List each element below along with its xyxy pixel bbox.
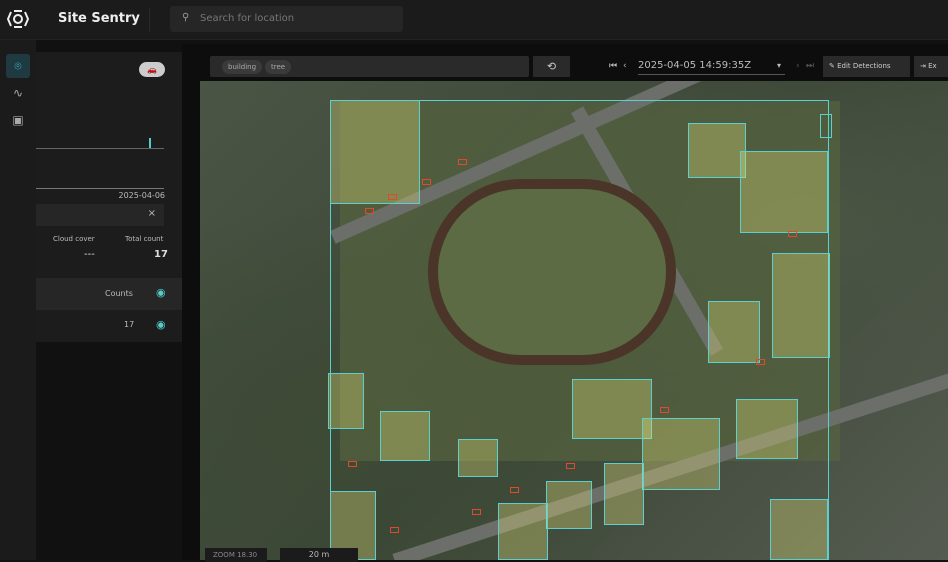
export-label: Ex: [928, 62, 937, 70]
detections-panel: 🚗 2025-04-06 × Cloud cover Total count -…: [36, 52, 182, 342]
edit-detections-label: Edit Detections: [837, 62, 891, 70]
top-bar: Site Sentry ⚲ Search for location: [0, 0, 948, 40]
building-detection[interactable]: [708, 301, 760, 363]
cloud-cover-label: Cloud cover: [53, 235, 95, 243]
building-detection[interactable]: [330, 100, 420, 204]
selected-date-bar: ×: [36, 204, 164, 226]
building-detection[interactable]: [642, 418, 720, 490]
building-detection[interactable]: [604, 463, 644, 525]
counts-label: Counts: [105, 289, 133, 298]
building-detection[interactable]: [736, 399, 798, 459]
chevron-down-icon: ▾: [776, 61, 781, 70]
class-filter[interactable]: building tree: [210, 56, 529, 77]
building-detection[interactable]: [328, 373, 364, 429]
first-icon[interactable]: ⏮: [609, 61, 617, 71]
eye-icon[interactable]: ◉: [156, 318, 166, 331]
timeline-date: 2025-04-06: [118, 191, 166, 200]
building-detection[interactable]: [380, 411, 430, 461]
vehicle-detection[interactable]: [510, 487, 519, 493]
building-detection[interactable]: [546, 481, 592, 529]
total-count-value: 17: [154, 249, 168, 260]
satellite-map[interactable]: [200, 81, 948, 560]
vehicle-detection[interactable]: [458, 159, 467, 165]
vehicle-detection[interactable]: [756, 359, 765, 365]
building-detection[interactable]: [740, 151, 828, 233]
total-count-label: Total count: [125, 235, 164, 243]
building-detection[interactable]: [688, 123, 746, 178]
building-detection[interactable]: [572, 379, 652, 439]
vehicle-detection[interactable]: [788, 231, 797, 237]
building-detection[interactable]: [458, 439, 498, 477]
timeline-chart-axis: [36, 148, 164, 149]
timestamp-select[interactable]: 2025-04-05 14:59:35Z ▾: [638, 60, 785, 75]
export-icon: ⇥: [920, 62, 929, 70]
timeline-axis: [36, 188, 164, 189]
detection-nav-button[interactable]: ⌾: [6, 54, 30, 78]
vehicle-detection[interactable]: [348, 461, 357, 467]
divider: [149, 8, 150, 32]
building-detection[interactable]: [770, 499, 828, 560]
prev-icon[interactable]: ‹: [623, 61, 627, 71]
timeline-spike[interactable]: [149, 138, 151, 148]
building-detection[interactable]: [498, 503, 548, 560]
close-icon[interactable]: ×: [148, 208, 156, 219]
eye-icon[interactable]: ◉: [156, 286, 166, 299]
edit-detections-button[interactable]: ✎ Edit Detections: [823, 56, 910, 77]
cloud-cover-value: ---: [84, 249, 95, 260]
building-detection[interactable]: [772, 253, 830, 358]
logo-icon: [6, 10, 30, 28]
building-detection[interactable]: [820, 114, 832, 138]
vehicle-detection[interactable]: [365, 208, 374, 214]
vehicle-detection[interactable]: [388, 194, 397, 200]
search-input[interactable]: ⚲ Search for location: [170, 6, 403, 32]
vehicle-detection[interactable]: [472, 509, 481, 515]
activity-nav-button[interactable]: ∿: [6, 81, 30, 105]
vehicle-detection[interactable]: [566, 463, 575, 469]
next-icon[interactable]: ›: [796, 61, 800, 71]
briefcase-nav-button[interactable]: ▣: [6, 108, 30, 132]
search-placeholder: Search for location: [200, 13, 295, 24]
search-icon: ⚲: [182, 12, 190, 23]
timestamp: 2025-04-05 14:59:35Z: [638, 60, 752, 71]
counts-header: Counts ◉: [36, 278, 182, 310]
last-icon[interactable]: ⏭: [806, 61, 814, 71]
vehicle-detection[interactable]: [660, 407, 669, 413]
vehicle-detection[interactable]: [422, 179, 431, 185]
chip-tree[interactable]: tree: [265, 60, 292, 74]
vehicle-toggle[interactable]: 🚗: [139, 62, 165, 77]
edit-icon: ✎: [829, 62, 838, 70]
side-rail: ⌾ ∿ ▣: [0, 40, 36, 560]
chip-building[interactable]: building: [222, 60, 263, 74]
row-count: 17: [124, 320, 135, 329]
export-button[interactable]: ⇥ Ex: [914, 56, 948, 77]
lasso-button[interactable]: ⟲: [533, 56, 570, 77]
app-title: Site Sentry: [58, 11, 140, 26]
vehicle-detection[interactable]: [390, 527, 399, 533]
